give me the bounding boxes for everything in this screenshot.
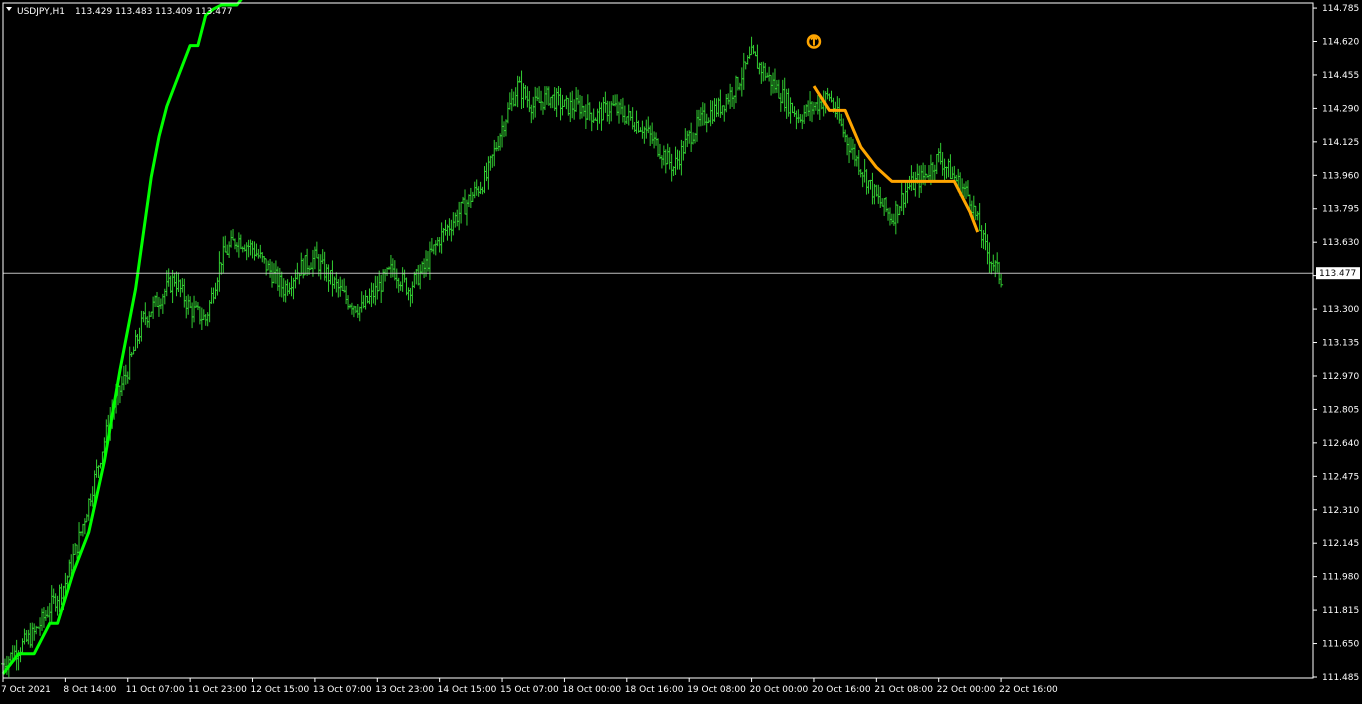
x-tick-label: 13 Oct 07:00 <box>313 685 372 695</box>
y-tick-label: 114.290 <box>1322 104 1359 114</box>
x-tick-label: 12 Oct 15:00 <box>251 685 310 695</box>
y-tick-label: 113.960 <box>1322 171 1359 181</box>
x-tick-label: 21 Oct 08:00 <box>874 685 933 695</box>
x-tick-label: 20 Oct 16:00 <box>812 685 871 695</box>
y-tick-label: 113.135 <box>1322 339 1359 349</box>
y-tick-label: 112.310 <box>1322 506 1359 516</box>
y-tick-label: 114.125 <box>1322 138 1359 148</box>
x-tick-label: 20 Oct 00:00 <box>750 685 809 695</box>
y-tick-label: 113.465 <box>1322 272 1359 282</box>
chart[interactable]: 113.477 114.785 114.620 114.455 114.290 114.… <box>0 0 1362 700</box>
chart-svg[interactable]: 113.477 114.785114.620114.455114.290114.… <box>0 0 1362 700</box>
y-tick-label: 112.640 <box>1322 439 1359 449</box>
y-tick-label: 114.455 <box>1322 71 1359 81</box>
x-tick-label: 11 Oct 23:00 <box>188 685 247 695</box>
y-tick-label: 111.485 <box>1322 673 1359 683</box>
y-tick-label: 113.300 <box>1322 305 1359 315</box>
x-tick-label: 22 Oct 16:00 <box>999 685 1058 695</box>
x-tick-label: 19 Oct 08:00 <box>687 685 746 695</box>
x-tick-label: 18 Oct 00:00 <box>562 685 621 695</box>
x-tick-label: 8 Oct 14:00 <box>63 685 116 695</box>
y-tick-label: 113.795 <box>1322 205 1359 215</box>
y-tick-label: 112.475 <box>1322 472 1359 482</box>
y-tick-label: 112.145 <box>1322 539 1359 549</box>
y-tick-label: 112.970 <box>1322 372 1359 382</box>
x-tick-label: 7 Oct 2021 <box>1 685 51 695</box>
y-tick-label: 112.805 <box>1322 405 1359 415</box>
x-tick-label: 18 Oct 16:00 <box>625 685 684 695</box>
x-tick-label: 14 Oct 15:00 <box>438 685 497 695</box>
chart-header: USDJPY,H1 113.429 113.483 113.409 113.47… <box>6 7 232 17</box>
chart-background <box>0 0 1362 700</box>
y-tick-label: 111.650 <box>1322 640 1359 650</box>
symbol-timeframe: USDJPY,H1 <box>17 7 65 17</box>
y-tick-label: 111.980 <box>1322 573 1359 583</box>
ohlc-values: 113.429 113.483 113.409 113.477 <box>75 7 232 17</box>
x-tick-label: 11 Oct 07:00 <box>126 685 185 695</box>
y-tick-label: 114.785 <box>1322 4 1359 14</box>
y-tick-label: 111.815 <box>1322 606 1359 616</box>
y-tick-label: 113.630 <box>1322 238 1359 248</box>
x-tick-label: 22 Oct 00:00 <box>937 685 996 695</box>
y-tick-label: 114.620 <box>1322 38 1359 48</box>
x-tick-label: 15 Oct 07:00 <box>500 685 559 695</box>
x-tick-label: 13 Oct 23:00 <box>375 685 434 695</box>
